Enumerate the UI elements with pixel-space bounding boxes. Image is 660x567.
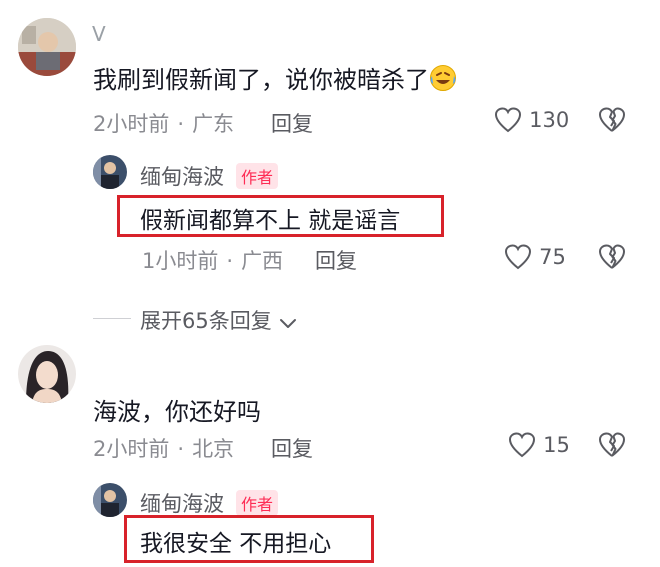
laughing-crying-face-icon (429, 64, 457, 92)
commenter-username[interactable]: V (92, 22, 106, 46)
reply-button[interactable]: 回复 (271, 108, 313, 138)
commenter-avatar[interactable] (18, 18, 76, 76)
meta-separator: · (177, 437, 185, 461)
author-avatar[interactable] (93, 483, 127, 517)
author-name[interactable]: 缅甸海波 (140, 488, 224, 518)
expand-divider (93, 318, 131, 319)
comment-time: 2小时前 (93, 437, 170, 461)
broken-heart-icon (599, 244, 625, 269)
dislike-button[interactable] (598, 244, 626, 274)
commenter-avatar[interactable] (18, 345, 76, 403)
expand-replies-label: 展开65条回复 (140, 309, 272, 333)
broken-heart-icon (599, 107, 625, 132)
author-badge: 作者 (236, 490, 279, 516)
like-count: 75 (539, 245, 566, 269)
comment-text: 我刷到假新闻了，说你被暗杀了 (93, 60, 457, 95)
comment-location: 北京 (192, 437, 235, 461)
heart-icon (494, 107, 522, 133)
author-name[interactable]: 缅甸海波 (140, 161, 224, 191)
like-count: 130 (529, 108, 570, 132)
heart-icon (504, 244, 532, 270)
meta-separator: · (177, 112, 185, 136)
comment-text: 海波，你还好吗 (93, 398, 261, 426)
broken-heart-icon (599, 432, 625, 457)
reply-time: 1小时前 (142, 249, 219, 273)
expand-replies-button[interactable]: 展开65条回复 (140, 305, 297, 335)
author-reply-text: 假新闻都算不上 就是谣言 (140, 208, 401, 234)
reply-button[interactable]: 回复 (315, 245, 357, 275)
reply-location: 广西 (241, 249, 284, 273)
author-reply-text: 我很安全 不用担心 (140, 531, 332, 557)
like-button[interactable]: 130 (494, 107, 569, 135)
comment-meta: 2小时前 · 北京 (93, 433, 234, 463)
dislike-button[interactable] (598, 107, 626, 137)
reply-meta: 1小时前 · 广西 (142, 245, 283, 275)
author-avatar[interactable] (93, 155, 127, 189)
comment-text-content: 我刷到假新闻了，说你被暗杀了 (93, 66, 429, 94)
meta-separator: · (226, 249, 234, 273)
reply-button[interactable]: 回复 (271, 433, 313, 463)
like-button[interactable]: 15 (508, 432, 570, 458)
author-badge: 作者 (236, 163, 279, 189)
heart-icon (508, 432, 536, 458)
comment-time: 2小时前 (93, 112, 170, 136)
like-count: 15 (543, 433, 570, 457)
chevron-down-icon (279, 318, 296, 328)
like-button[interactable]: 75 (504, 244, 566, 270)
dislike-button[interactable] (598, 432, 626, 462)
comment-meta: 2小时前 · 广东 (93, 108, 234, 138)
comment-location: 广东 (192, 112, 235, 136)
